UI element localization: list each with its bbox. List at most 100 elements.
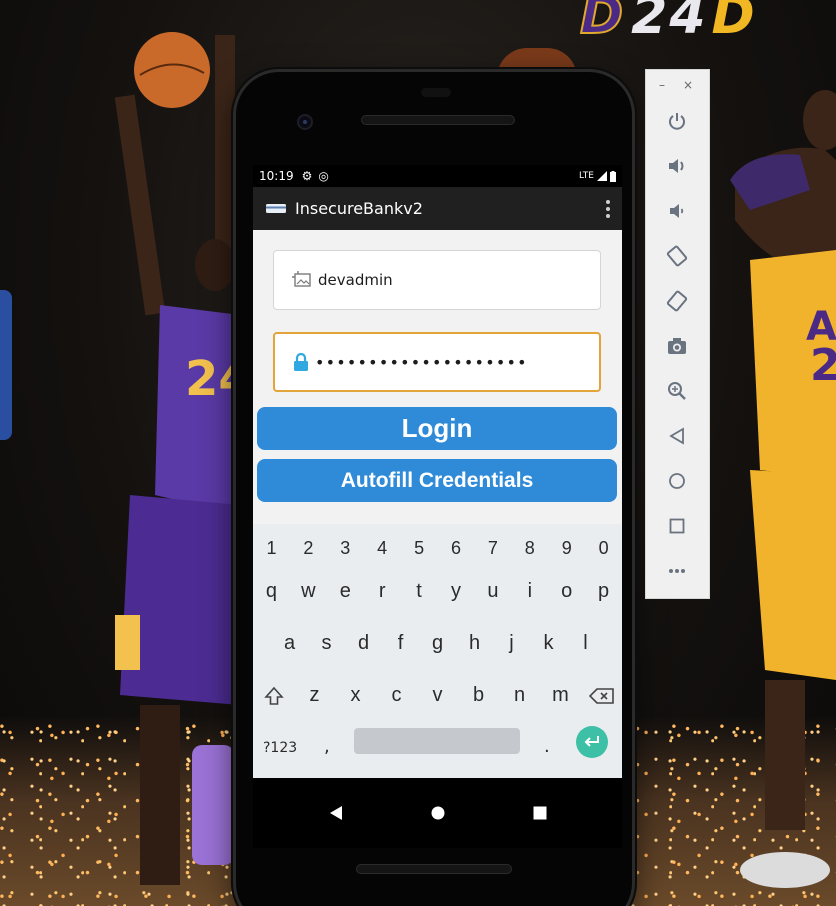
status-time: 10:19 <box>259 169 294 183</box>
key-c[interactable]: c <box>376 684 417 707</box>
earpiece-speaker <box>361 115 515 125</box>
svg-text:24: 24 <box>185 351 240 407</box>
overview-icon[interactable] <box>666 515 688 537</box>
svg-text:2: 2 <box>810 340 836 391</box>
image-placeholder-icon <box>292 271 312 289</box>
nav-back-icon[interactable] <box>329 805 343 821</box>
keyboard-row-3: z x c v b n m <box>253 684 622 707</box>
rotate-left-icon[interactable] <box>666 245 688 267</box>
key-s[interactable]: s <box>308 632 345 655</box>
key-h[interactable]: h <box>456 632 493 655</box>
status-right: LTE <box>579 170 616 182</box>
key-y[interactable]: y <box>438 580 475 603</box>
soft-keyboard: 1 2 3 4 5 6 7 8 9 0 q w e r t y u i o p … <box>253 524 622 778</box>
key-d[interactable]: d <box>345 632 382 655</box>
shift-key-icon[interactable] <box>253 684 294 707</box>
wallpaper-logo: D 24D <box>579 0 757 47</box>
comma-key[interactable]: , <box>324 736 330 757</box>
android-nav-bar <box>253 778 622 848</box>
key-g[interactable]: g <box>419 632 456 655</box>
front-camera <box>297 114 313 130</box>
password-value: •••••••••••••••••••• <box>315 352 528 372</box>
keyboard-row-1: q w e r t y u i o p <box>253 580 622 603</box>
space-bar[interactable] <box>354 728 520 754</box>
volume-down-icon[interactable] <box>666 200 688 222</box>
key-9[interactable]: 9 <box>548 538 585 559</box>
wallpaper-left-edge-figure <box>0 290 12 440</box>
key-b[interactable]: b <box>458 684 499 707</box>
key-2[interactable]: 2 <box>290 538 327 559</box>
key-z[interactable]: z <box>294 684 335 707</box>
phone-frame: 10:19 ⚙ ◎ LTE InsecureBankv2 devadmin ••… <box>233 69 635 906</box>
username-field[interactable]: devadmin <box>273 250 601 310</box>
enter-key-icon[interactable] <box>576 726 608 758</box>
overflow-menu-icon[interactable] <box>604 199 612 218</box>
nav-home-icon[interactable] <box>431 806 445 820</box>
proximity-sensor <box>421 88 451 97</box>
key-r[interactable]: r <box>364 580 401 603</box>
volume-up-icon[interactable] <box>666 155 688 177</box>
key-n[interactable]: n <box>499 684 540 707</box>
key-8[interactable]: 8 <box>511 538 548 559</box>
autofill-credentials-button[interactable]: Autofill Credentials <box>257 459 617 502</box>
keyboard-number-row: 1 2 3 4 5 6 7 8 9 0 <box>253 538 622 559</box>
key-t[interactable]: t <box>401 580 438 603</box>
login-button[interactable]: Login <box>257 407 617 450</box>
key-3[interactable]: 3 <box>327 538 364 559</box>
emulator-toolbar: – × <box>645 69 710 599</box>
key-a[interactable]: a <box>271 632 308 655</box>
key-7[interactable]: 7 <box>474 538 511 559</box>
keyboard-row-2: a s d f g h j k l <box>253 632 622 655</box>
nav-overview-icon[interactable] <box>533 806 547 820</box>
status-bar: 10:19 ⚙ ◎ LTE <box>253 165 622 187</box>
minimize-button[interactable]: – <box>659 78 665 92</box>
key-1[interactable]: 1 <box>253 538 290 559</box>
key-f[interactable]: f <box>382 632 419 655</box>
key-0[interactable]: 0 <box>585 538 622 559</box>
key-p[interactable]: p <box>585 580 622 603</box>
window-controls: – × <box>659 78 693 92</box>
battery-icon <box>610 170 616 182</box>
power-icon[interactable] <box>666 110 688 132</box>
wallpaper-player-right: A 2 <box>730 90 836 888</box>
close-button[interactable]: × <box>683 78 693 92</box>
phone-screen: 10:19 ⚙ ◎ LTE InsecureBankv2 devadmin ••… <box>253 165 622 848</box>
key-o[interactable]: o <box>548 580 585 603</box>
key-5[interactable]: 5 <box>401 538 438 559</box>
key-j[interactable]: j <box>493 632 530 655</box>
key-w[interactable]: w <box>290 580 327 603</box>
signal-icon <box>597 171 607 181</box>
key-i[interactable]: i <box>511 580 548 603</box>
key-q[interactable]: q <box>253 580 290 603</box>
rotate-right-icon[interactable] <box>666 290 688 312</box>
period-key[interactable]: . <box>544 736 550 757</box>
app-bar: InsecureBankv2 <box>253 187 622 230</box>
lock-icon <box>293 352 309 372</box>
key-v[interactable]: v <box>417 684 458 707</box>
username-value: devadmin <box>318 271 393 289</box>
bottom-speaker <box>356 864 512 874</box>
sync-icon: ◎ <box>318 169 329 183</box>
key-k[interactable]: k <box>530 632 567 655</box>
wallpaper-purple-sleeve <box>192 745 234 865</box>
camera-icon[interactable] <box>666 335 688 357</box>
key-m[interactable]: m <box>540 684 581 707</box>
more-icon[interactable] <box>666 560 688 582</box>
settings-gear-icon: ⚙ <box>301 169 313 183</box>
zoom-icon[interactable] <box>666 380 688 402</box>
key-u[interactable]: u <box>474 580 511 603</box>
home-icon[interactable] <box>666 470 688 492</box>
key-l[interactable]: l <box>567 632 604 655</box>
key-x[interactable]: x <box>335 684 376 707</box>
key-4[interactable]: 4 <box>364 538 401 559</box>
login-form: devadmin •••••••••••••••••••• Login Auto… <box>253 230 622 524</box>
password-field[interactable]: •••••••••••••••••••• <box>273 332 601 392</box>
symbols-key[interactable]: ?123 <box>263 740 297 756</box>
app-logo-icon <box>266 204 286 213</box>
back-icon[interactable] <box>666 425 688 447</box>
app-title: InsecureBankv2 <box>295 199 423 218</box>
backspace-key-icon[interactable] <box>581 684 622 707</box>
network-type: LTE <box>579 171 594 181</box>
key-6[interactable]: 6 <box>438 538 475 559</box>
key-e[interactable]: e <box>327 580 364 603</box>
